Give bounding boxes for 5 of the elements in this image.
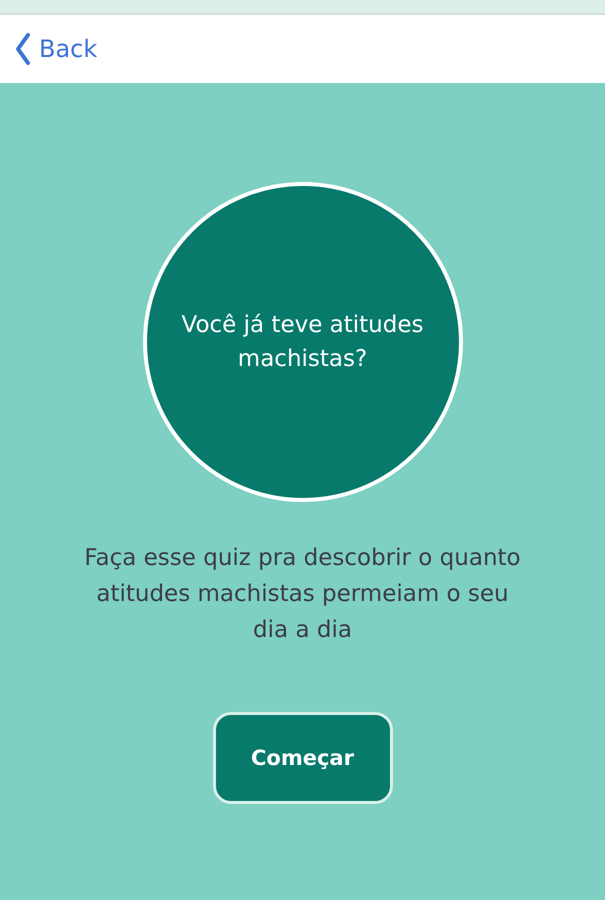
back-link[interactable]: Back	[15, 32, 98, 66]
quiz-description: Faça esse quiz pra descobrir o quanto atitudes machistas permeiam o seu dia a dia	[83, 544, 522, 645]
chevron-left-icon	[15, 32, 31, 66]
start-button[interactable]: Começar	[212, 712, 392, 804]
quiz-title: Você já teve atitudes machistas?	[180, 311, 424, 374]
